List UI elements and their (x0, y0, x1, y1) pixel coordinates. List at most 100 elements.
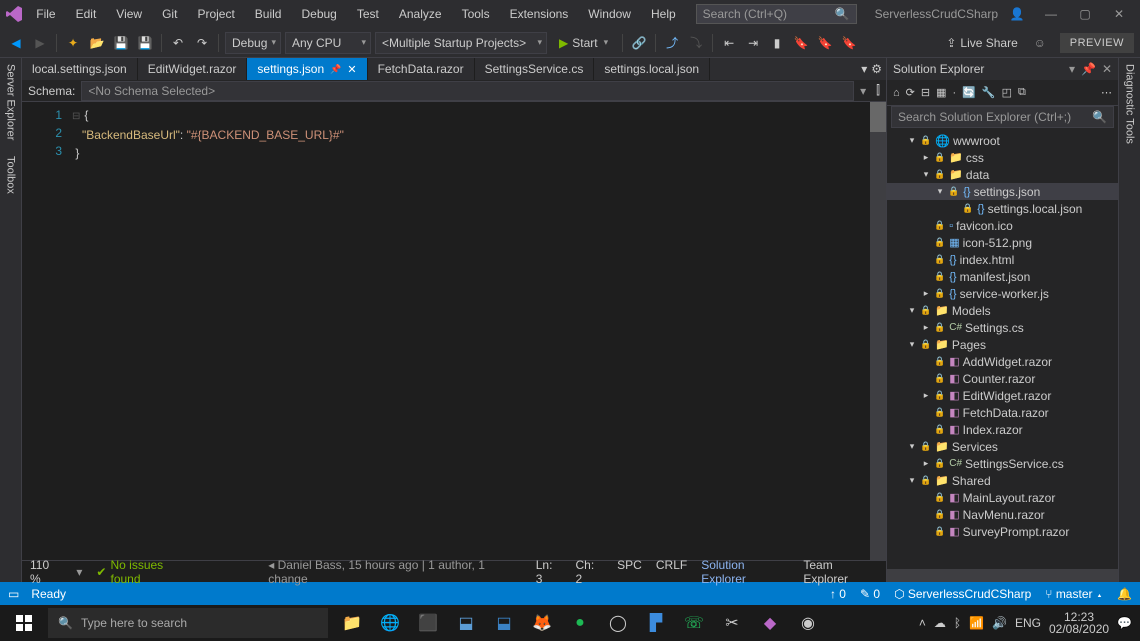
tree-item[interactable]: 🔒◧SurveyPrompt.razor (887, 523, 1118, 540)
tree-item[interactable]: ▸🔒{}service-worker.js (887, 285, 1118, 302)
branch-indicator[interactable]: ⑂ master ▴ (1045, 587, 1103, 601)
onedrive-icon[interactable]: ☁ (934, 616, 946, 630)
solution-tree[interactable]: ▾🔒🌐wwwroot▸🔒📁css▾🔒📁data▾🔒{}settings.json… (887, 130, 1118, 569)
tab-EditWidget-razor[interactable]: EditWidget.razor (138, 58, 248, 80)
panel-dropdown-icon[interactable]: ▾ (1069, 62, 1075, 76)
output-icon[interactable]: ▭ (8, 587, 19, 601)
schema-select[interactable]: <No Schema Selected> (81, 81, 854, 101)
panel-scrollbar[interactable] (887, 569, 1118, 582)
bookmark2-icon[interactable]: 🔖 (815, 33, 835, 53)
collapse-icon[interactable]: ⊟ (921, 86, 930, 99)
menu-debug[interactable]: Debug (291, 3, 346, 25)
start-button[interactable]: ▶Start▾ (551, 36, 616, 50)
bookmark3-icon[interactable]: 🔖 (839, 33, 859, 53)
schema-dropdown-icon[interactable]: ▾ (860, 84, 866, 98)
team-explorer-tab-bottom[interactable]: Team Explorer (803, 558, 878, 586)
no-issues-badge[interactable]: ✔No issues found (96, 558, 194, 586)
save-all-button[interactable]: 💾 (135, 33, 155, 53)
menu-window[interactable]: Window (578, 3, 641, 25)
outdent-icon[interactable]: ⇤ (719, 33, 739, 53)
notifications-icon[interactable]: 🔔 (1117, 587, 1132, 601)
browser-link-icon[interactable]: 🔗 (629, 33, 649, 53)
vs-taskbar-icon[interactable]: ◆ (752, 605, 788, 641)
open-button[interactable]: 📂 (87, 33, 107, 53)
tree-item[interactable]: 🔒◧Index.razor (887, 421, 1118, 438)
menu-project[interactable]: Project (187, 3, 244, 25)
tree-item[interactable]: 🔒{}settings.local.json (887, 200, 1118, 217)
tree-item[interactable]: ▾🔒📁Pages (887, 336, 1118, 353)
snip-icon[interactable]: ✂ (714, 605, 750, 641)
whatsapp-icon[interactable]: ☏ (676, 605, 712, 641)
show-all-icon[interactable]: ▦ (936, 86, 946, 99)
tab-settings-json[interactable]: settings.json📌✕ (247, 58, 367, 80)
menu-build[interactable]: Build (245, 3, 292, 25)
menu-help[interactable]: Help (641, 3, 686, 25)
tree-item[interactable]: ▸🔒📁css (887, 149, 1118, 166)
menu-test[interactable]: Test (347, 3, 389, 25)
tree-item[interactable]: 🔒◧Counter.razor (887, 370, 1118, 387)
maximize-button[interactable]: ▢ (1068, 1, 1102, 27)
preview-icon[interactable]: ◰ (1002, 86, 1012, 99)
tree-item[interactable]: 🔒▦icon-512.png (887, 234, 1118, 251)
close-tab-icon[interactable]: ✕ (347, 63, 356, 76)
changes-indicator[interactable]: ✎ 0 (860, 587, 880, 601)
tree-item[interactable]: 🔒▫favicon.ico (887, 217, 1118, 234)
menu-view[interactable]: View (106, 3, 152, 25)
platform-select[interactable]: Any CPU (285, 32, 371, 54)
sync-icon[interactable]: ⟳ (906, 86, 915, 99)
feedback-icon[interactable]: ☺ (1030, 33, 1050, 53)
server-explorer-tab[interactable]: Server Explorer (5, 64, 17, 140)
back-button[interactable]: ◀ (6, 33, 26, 53)
tree-item[interactable]: 🔒◧FetchData.razor (887, 404, 1118, 421)
bookmark-icon[interactable]: 🔖 (791, 33, 811, 53)
publish-indicator[interactable]: ↑ 0 (830, 587, 846, 601)
tree-item[interactable]: ▸🔒C#Settings.cs (887, 319, 1118, 336)
pin-icon[interactable]: 📌 (1081, 62, 1096, 76)
start-button-win[interactable] (0, 605, 48, 641)
menu-edit[interactable]: Edit (66, 3, 107, 25)
redo-button[interactable]: ↷ (192, 33, 212, 53)
menu-git[interactable]: Git (152, 3, 187, 25)
quick-search-input[interactable]: Search (Ctrl+Q) 🔍 (696, 4, 857, 24)
zoom-level[interactable]: 110 % (30, 558, 62, 586)
tree-item[interactable]: ▾🔒📁Shared (887, 472, 1118, 489)
copy-icon[interactable]: ⧉ (1018, 86, 1026, 99)
bluetooth-icon[interactable]: ᛒ (954, 616, 961, 630)
solution-explorer-search[interactable]: Search Solution Explorer (Ctrl+;)🔍 (891, 106, 1114, 128)
tree-item[interactable]: 🔒{}manifest.json (887, 268, 1118, 285)
home-icon[interactable]: ⌂ (893, 87, 900, 99)
language-indicator[interactable]: ENG (1015, 616, 1041, 630)
taskbar-search[interactable]: 🔍Type here to search (48, 608, 328, 638)
live-share-button[interactable]: ⇪Live Share (938, 36, 1025, 50)
tree-item[interactable]: ▾🔒{}settings.json (887, 183, 1118, 200)
tree-item[interactable]: ▸🔒C#SettingsService.cs (887, 455, 1118, 472)
spotify-icon[interactable]: ● (562, 605, 598, 641)
refresh-icon[interactable]: 🔄 (962, 86, 976, 99)
minimize-button[interactable]: — (1034, 1, 1068, 27)
tree-item[interactable]: ▾🔒📁data (887, 166, 1118, 183)
save-button[interactable]: 💾 (111, 33, 131, 53)
step-out-icon[interactable]: ⤴ (662, 33, 682, 53)
toolbox-tab[interactable]: Toolbox (5, 156, 17, 194)
tree-item[interactable]: ▾🔒📁Services (887, 438, 1118, 455)
solution-explorer-tab-bottom[interactable]: Solution Explorer (701, 558, 789, 586)
tab-SettingsService-cs[interactable]: SettingsService.cs (475, 58, 595, 80)
tree-item[interactable]: 🔒◧AddWidget.razor (887, 353, 1118, 370)
notification-icon[interactable]: 💬 (1117, 616, 1132, 630)
tree-item[interactable]: ▾🔒🌐wwwroot (887, 132, 1118, 149)
diagnostic-tools-tab[interactable]: Diagnostic Tools (1124, 64, 1136, 144)
tab-local-settings-json[interactable]: local.settings.json (22, 58, 138, 80)
tree-item[interactable]: ▾🔒📁Models (887, 302, 1118, 319)
firefox-icon[interactable]: 🦊 (524, 605, 560, 641)
wifi-icon[interactable]: 📶 (969, 616, 984, 630)
repo-indicator[interactable]: ⬡ ServerlessCrudCSharp (894, 587, 1031, 601)
panel-close-icon[interactable]: ✕ (1102, 62, 1112, 76)
tree-item[interactable]: 🔒◧MainLayout.razor (887, 489, 1118, 506)
config-select[interactable]: Debug (225, 32, 281, 54)
menu-file[interactable]: File (26, 3, 65, 25)
close-button[interactable]: ✕ (1102, 1, 1136, 27)
tab-settings-local-json[interactable]: settings.local.json (594, 58, 710, 80)
split-icon[interactable]: ⫿ (876, 83, 880, 98)
menu-tools[interactable]: Tools (452, 3, 500, 25)
explorer-icon[interactable]: 📁 (334, 605, 370, 641)
